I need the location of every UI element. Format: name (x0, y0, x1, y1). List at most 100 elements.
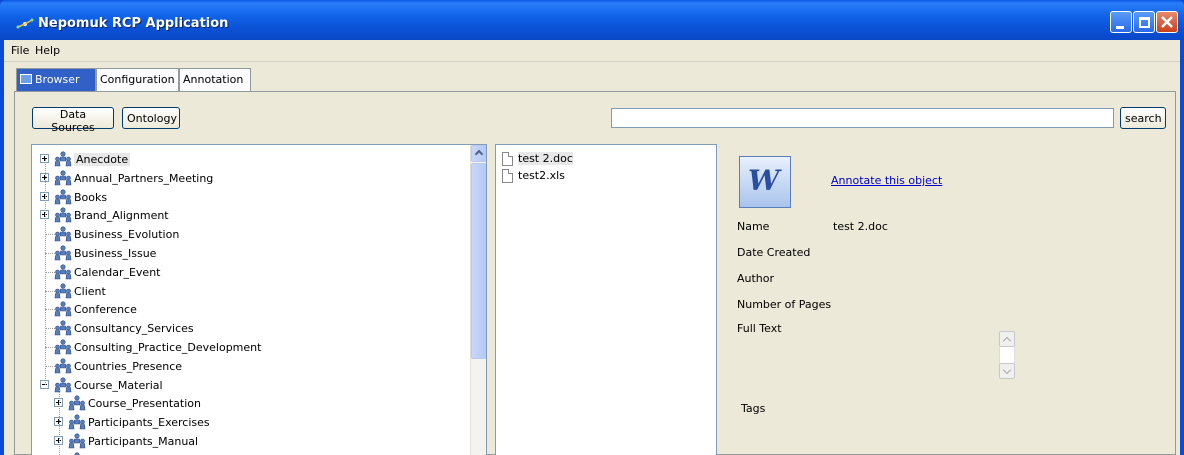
ontology-class-icon (54, 189, 72, 205)
tree-item-label: Participants_Exercises (88, 416, 210, 430)
scroll-track[interactable] (999, 347, 1015, 363)
tab-configuration[interactable]: Configuration (96, 68, 179, 91)
tree-item[interactable]: Calendar_Event (32, 263, 462, 282)
full-text-scrollbar[interactable] (999, 331, 1015, 379)
tree-item[interactable]: Business_Evolution (32, 225, 462, 244)
tree-item-label: Business_Evolution (74, 228, 180, 242)
menu-bar: File Help (4, 40, 1180, 62)
ontology-class-icon (54, 170, 72, 186)
tree-item[interactable]: Course_Presentation (32, 394, 462, 413)
ontology-class-icon (54, 301, 72, 317)
tree-item[interactable]: Trainers_Exercises_Solutions (32, 451, 462, 455)
date-created-label: Date Created (737, 246, 811, 259)
ontology-class-icon (54, 226, 72, 242)
tree-item[interactable]: Conference (32, 300, 462, 319)
tree-item[interactable]: Consultancy_Services (32, 319, 462, 338)
scroll-thumb[interactable] (471, 163, 486, 359)
tree-scrollbar[interactable] (470, 145, 486, 455)
ontology-class-icon (54, 151, 72, 167)
ontology-class-icon (54, 283, 72, 299)
ontology-class-icon (54, 358, 72, 374)
tree-item[interactable]: Countries_Presence (32, 357, 462, 376)
name-value: test 2.doc (833, 220, 888, 233)
tree-item-label: Conference (74, 303, 137, 317)
tree-item[interactable]: Participants_Manual (32, 432, 462, 451)
close-button[interactable] (1156, 11, 1178, 33)
tree-item-label: Anecdote (74, 153, 131, 166)
ontology-class-icon (68, 395, 86, 411)
title-bar[interactable]: Nepomuk RCP Application (0, 0, 1184, 40)
ontology-tree[interactable]: Anecdote Annual_Partners_Meeting Books Bran… (31, 144, 487, 455)
tags-label: Tags (741, 402, 766, 415)
close-icon (1161, 16, 1173, 28)
browser-panel: Data Sources Ontology search Anecdote Ann… (14, 91, 1176, 455)
number-of-pages-label: Number of Pages (737, 298, 832, 311)
ontology-button[interactable]: Ontology (122, 107, 180, 129)
tree-item-label: Books (74, 190, 108, 204)
ontology-class-icon (54, 207, 72, 223)
file-name: test 2.doc (518, 152, 573, 165)
file-name: test2.xls (518, 169, 565, 182)
tree-item[interactable]: Books (32, 188, 462, 207)
tree-item[interactable]: Course_Material (32, 376, 462, 395)
ontology-class-icon (68, 433, 86, 449)
ontology-class-icon (54, 339, 72, 355)
minimize-button[interactable] (1110, 11, 1132, 33)
tree-item[interactable]: Consulting_Practice_Development (32, 338, 462, 357)
author-label: Author (737, 272, 775, 285)
browser-icon (20, 74, 32, 84)
tree-item-label: Annual_Partners_Meeting (74, 171, 214, 185)
tree-item-label: Client (74, 284, 106, 298)
data-sources-button[interactable]: Data Sources (32, 107, 114, 134)
search-button[interactable]: search (1120, 107, 1166, 129)
tree-item[interactable]: Client (32, 282, 462, 301)
full-text-label: Full Text (737, 322, 782, 335)
tab-browser-label: Browser (35, 73, 80, 86)
maximize-icon (1139, 17, 1150, 28)
file-icon (502, 169, 513, 183)
ontology-class-icon (54, 245, 72, 261)
tree-item[interactable]: Annual_Partners_Meeting (32, 169, 462, 188)
scroll-up-button[interactable] (999, 331, 1015, 347)
tree-item[interactable]: Business_Issue (32, 244, 462, 263)
tree-item[interactable]: Participants_Exercises (32, 413, 462, 432)
ontology-class-icon (54, 264, 72, 280)
tree-item-label: Countries_Presence (74, 359, 183, 373)
word-document-icon: W (739, 156, 791, 208)
tree-item-label: Brand_Alignment (74, 209, 169, 223)
tab-annotation[interactable]: Annotation (179, 68, 251, 91)
app-icon (16, 18, 34, 29)
tree-item[interactable]: Brand_Alignment (32, 206, 462, 225)
tree-item-label: Participants_Manual (88, 435, 199, 448)
chevron-up-icon (474, 149, 484, 159)
ontology-class-icon (54, 377, 72, 393)
file-icon (502, 152, 513, 166)
tab-browser[interactable]: Browser (16, 68, 96, 91)
maximize-button[interactable] (1133, 11, 1155, 33)
menu-file[interactable]: File (11, 44, 29, 57)
tree-item-label: Consulting_Practice_Development (74, 341, 262, 354)
file-list[interactable]: test 2.doc test2.xls (495, 144, 717, 455)
details-pane: W Annotate this object Name test 2.doc D… (727, 144, 1177, 455)
tree-item[interactable]: Anecdote (32, 150, 462, 169)
ontology-class-icon (54, 320, 72, 336)
search-input[interactable] (611, 108, 1114, 128)
annotate-object-link[interactable]: Annotate this object (831, 174, 942, 187)
tree-item-label: Course_Presentation (88, 397, 201, 411)
tree-connector (59, 389, 60, 455)
tree-item-label: Course_Material (74, 378, 163, 392)
window-border-right (1180, 40, 1184, 455)
minimize-icon (1116, 26, 1124, 29)
window-title: Nepomuk RCP Application (38, 16, 229, 31)
tree-item-label: Calendar_Event (74, 265, 161, 279)
client-area: File Help Browser Configuration Annotati… (4, 40, 1180, 455)
tree-item-label: Business_Issue (74, 247, 157, 260)
ontology-class-icon (68, 414, 86, 430)
scroll-down-button[interactable] (999, 363, 1015, 379)
scroll-up-button[interactable] (471, 145, 486, 162)
tree-connector (45, 159, 46, 385)
tree-item-label: Consultancy_Services (74, 322, 194, 336)
menu-help[interactable]: Help (35, 44, 60, 57)
app-window: Nepomuk RCP Application File Help Browse… (0, 0, 1184, 455)
name-label: Name (737, 220, 770, 233)
